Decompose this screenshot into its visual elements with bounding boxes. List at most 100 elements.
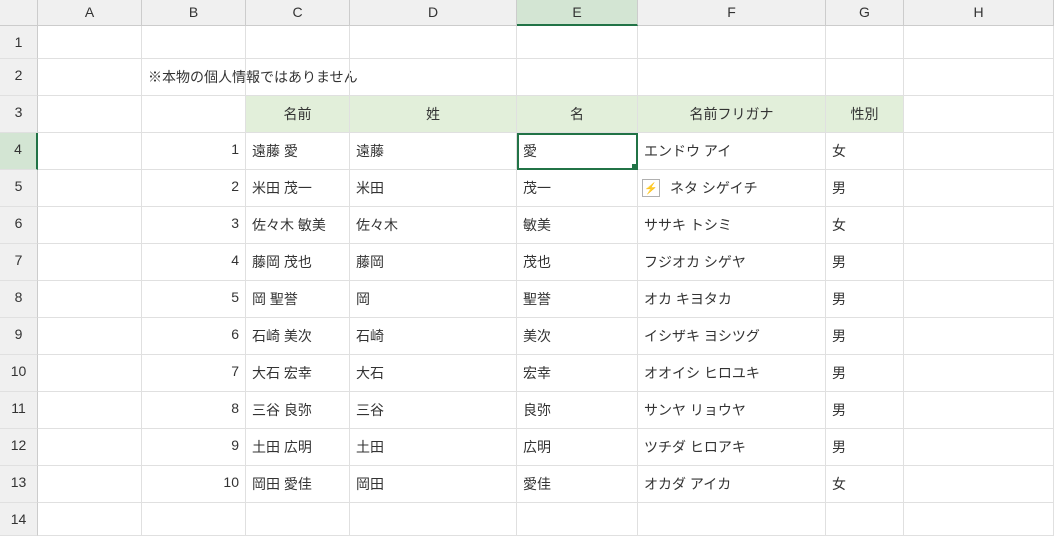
cell-B11[interactable]: 8 xyxy=(142,392,246,429)
table-header-name[interactable]: 名前 xyxy=(246,96,350,133)
cell-F6[interactable]: ササキ トシミ xyxy=(638,207,826,244)
cell-F1[interactable] xyxy=(638,26,826,59)
flash-fill-options-icon[interactable]: ⚡ xyxy=(642,179,660,197)
cell-G8[interactable]: 男 xyxy=(826,281,904,318)
table-header-sex[interactable]: 性別 xyxy=(826,96,904,133)
cell-B9[interactable]: 6 xyxy=(142,318,246,355)
cell-G14[interactable] xyxy=(826,503,904,536)
col-header-A[interactable]: A xyxy=(38,0,142,26)
cell-E11[interactable]: 良弥 xyxy=(517,392,638,429)
cell-B8[interactable]: 5 xyxy=(142,281,246,318)
cell-E5[interactable]: 茂一 xyxy=(517,170,638,207)
cell-B7[interactable]: 4 xyxy=(142,244,246,281)
cell-F7[interactable]: フジオカ シゲヤ xyxy=(638,244,826,281)
cell-A2[interactable] xyxy=(38,59,142,96)
cell-H9[interactable] xyxy=(904,318,1054,355)
cell-G9[interactable]: 男 xyxy=(826,318,904,355)
cell-D2[interactable] xyxy=(350,59,517,96)
cell-C6[interactable]: 佐々木 敏美 xyxy=(246,207,350,244)
row-header-10[interactable]: 10 xyxy=(0,355,38,392)
cell-A12[interactable] xyxy=(38,429,142,466)
row-header-7[interactable]: 7 xyxy=(0,244,38,281)
cell-F14[interactable] xyxy=(638,503,826,536)
cell-H1[interactable] xyxy=(904,26,1054,59)
table-header-first[interactable]: 名 xyxy=(517,96,638,133)
cell-A14[interactable] xyxy=(38,503,142,536)
cell-F8[interactable]: オカ キヨタカ xyxy=(638,281,826,318)
cell-E8[interactable]: 聖誉 xyxy=(517,281,638,318)
cell-H10[interactable] xyxy=(904,355,1054,392)
cell-C7[interactable]: 藤岡 茂也 xyxy=(246,244,350,281)
cell-E10[interactable]: 宏幸 xyxy=(517,355,638,392)
cell-H6[interactable] xyxy=(904,207,1054,244)
table-header-kana[interactable]: 名前フリガナ xyxy=(638,96,826,133)
row-header-12[interactable]: 12 xyxy=(0,429,38,466)
cell-H3[interactable] xyxy=(904,96,1054,133)
row-header-3[interactable]: 3 xyxy=(0,96,38,133)
cell-A10[interactable] xyxy=(38,355,142,392)
cell-B4[interactable]: 1 xyxy=(142,133,246,170)
cell-H14[interactable] xyxy=(904,503,1054,536)
cell-G10[interactable]: 男 xyxy=(826,355,904,392)
cell-H13[interactable] xyxy=(904,466,1054,503)
row-header-1[interactable]: 1 xyxy=(0,26,38,59)
cell-G6[interactable]: 女 xyxy=(826,207,904,244)
cell-A1[interactable] xyxy=(38,26,142,59)
cell-C2[interactable] xyxy=(246,59,350,96)
cell-C1[interactable] xyxy=(246,26,350,59)
cell-F4[interactable]: エンドウ アイ xyxy=(638,133,826,170)
cell-H11[interactable] xyxy=(904,392,1054,429)
cell-B2[interactable]: ※本物の個人情報ではありません xyxy=(142,59,246,96)
cell-F2[interactable] xyxy=(638,59,826,96)
row-header-5[interactable]: 5 xyxy=(0,170,38,207)
col-header-H[interactable]: H xyxy=(904,0,1054,26)
cell-B6[interactable]: 3 xyxy=(142,207,246,244)
cell-G5[interactable]: 男 xyxy=(826,170,904,207)
cell-B14[interactable] xyxy=(142,503,246,536)
cell-D7[interactable]: 藤岡 xyxy=(350,244,517,281)
cell-F13[interactable]: オカダ アイカ xyxy=(638,466,826,503)
cell-C13[interactable]: 岡田 愛佳 xyxy=(246,466,350,503)
cell-E12[interactable]: 広明 xyxy=(517,429,638,466)
row-header-6[interactable]: 6 xyxy=(0,207,38,244)
col-header-G[interactable]: G xyxy=(826,0,904,26)
cell-D11[interactable]: 三谷 xyxy=(350,392,517,429)
cell-C11[interactable]: 三谷 良弥 xyxy=(246,392,350,429)
row-header-2[interactable]: 2 xyxy=(0,59,38,96)
cell-D6[interactable]: 佐々木 xyxy=(350,207,517,244)
select-all-corner[interactable] xyxy=(0,0,38,26)
cell-E1[interactable] xyxy=(517,26,638,59)
cell-B5[interactable]: 2 xyxy=(142,170,246,207)
cell-D5[interactable]: 米田 xyxy=(350,170,517,207)
cell-B1[interactable] xyxy=(142,26,246,59)
cell-C4[interactable]: 遠藤 愛 xyxy=(246,133,350,170)
cell-E14[interactable] xyxy=(517,503,638,536)
cell-C14[interactable] xyxy=(246,503,350,536)
cell-G2[interactable] xyxy=(826,59,904,96)
col-header-C[interactable]: C xyxy=(246,0,350,26)
cell-A8[interactable] xyxy=(38,281,142,318)
cell-A9[interactable] xyxy=(38,318,142,355)
cell-A4[interactable] xyxy=(38,133,142,170)
row-header-8[interactable]: 8 xyxy=(0,281,38,318)
cell-C5[interactable]: 米田 茂一 xyxy=(246,170,350,207)
cell-C8[interactable]: 岡 聖誉 xyxy=(246,281,350,318)
cell-D4[interactable]: 遠藤 xyxy=(350,133,517,170)
cell-E7[interactable]: 茂也 xyxy=(517,244,638,281)
cell-F10[interactable]: オオイシ ヒロユキ xyxy=(638,355,826,392)
col-header-F[interactable]: F xyxy=(638,0,826,26)
cell-C12[interactable]: 土田 広明 xyxy=(246,429,350,466)
cell-G13[interactable]: 女 xyxy=(826,466,904,503)
cell-D9[interactable]: 石崎 xyxy=(350,318,517,355)
cell-A11[interactable] xyxy=(38,392,142,429)
cell-G12[interactable]: 男 xyxy=(826,429,904,466)
cell-F9[interactable]: イシザキ ヨシツグ xyxy=(638,318,826,355)
cell-H7[interactable] xyxy=(904,244,1054,281)
cell-B12[interactable]: 9 xyxy=(142,429,246,466)
cell-C9[interactable]: 石崎 美次 xyxy=(246,318,350,355)
row-header-14[interactable]: 14 xyxy=(0,503,38,536)
cell-H12[interactable] xyxy=(904,429,1054,466)
cell-E4[interactable]: 愛 xyxy=(517,133,638,170)
cell-A5[interactable] xyxy=(38,170,142,207)
row-header-11[interactable]: 11 xyxy=(0,392,38,429)
